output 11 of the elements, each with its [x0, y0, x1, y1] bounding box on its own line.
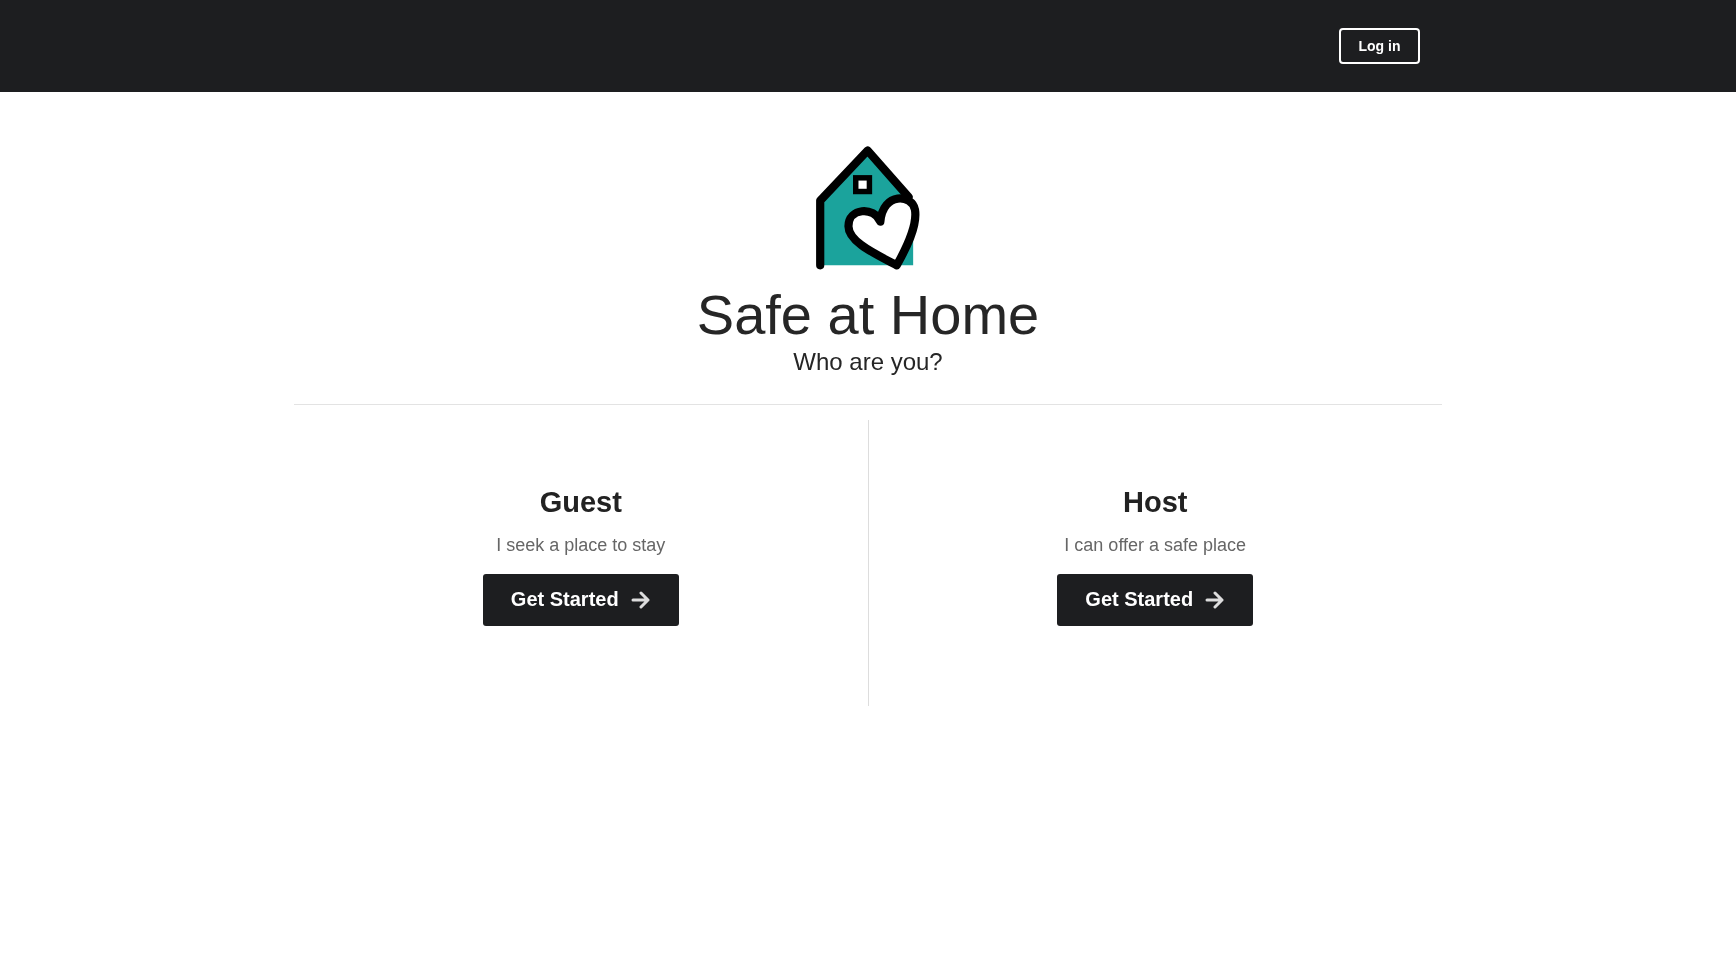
role-description: I can offer a safe place	[1064, 534, 1247, 556]
subtitle: Who are you?	[793, 347, 943, 376]
role-description: I seek a place to stay	[496, 534, 666, 556]
get-started-button[interactable]: Get Started	[1057, 573, 1254, 626]
site-title: Safe at Home	[696, 284, 1040, 346]
arrow-right-icon	[1205, 590, 1226, 609]
login-button[interactable]: Log in	[1339, 28, 1420, 64]
get-started-button[interactable]: Get Started	[482, 573, 679, 626]
role-title: Guest	[539, 485, 622, 519]
arrow-right-icon	[630, 590, 651, 609]
role-title: Host	[1123, 485, 1188, 519]
